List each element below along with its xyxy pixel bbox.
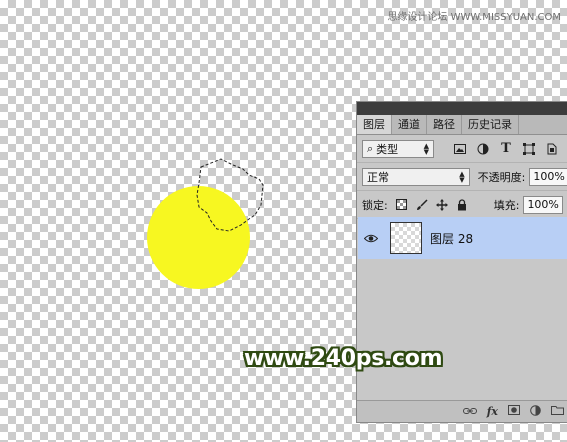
filter-type-select[interactable]: ⌕ 类型 ▲ ▼ — [362, 139, 434, 158]
fill-label: 填充: — [493, 198, 520, 212]
tab-channels[interactable]: 通道 — [392, 115, 427, 134]
watermark-main: www.240ps.com — [244, 346, 443, 371]
watermark-top: 思缘设计论坛 WWW.MISSYUAN.COM — [387, 12, 561, 23]
lock-transparent-pixels-icon[interactable] — [394, 197, 410, 213]
type-filter-icon[interactable]: T — [498, 141, 514, 157]
blend-mode-select[interactable]: 正常 ▲ ▼ — [362, 167, 470, 186]
panel-title-bar[interactable] — [357, 102, 567, 115]
layer-name[interactable]: 图层 28 — [430, 230, 473, 247]
panel-tabs: 图层 通道 路径 历史记录 — [357, 115, 567, 135]
tab-history[interactable]: 历史记录 — [462, 115, 519, 134]
image-filter-icon[interactable] — [452, 141, 468, 157]
layer-row[interactable]: 图层 28 — [358, 217, 567, 259]
smart-object-filter-icon[interactable] — [544, 141, 560, 157]
lock-icon[interactable] — [454, 197, 470, 213]
eye-icon[interactable] — [358, 234, 384, 243]
opacity-label: 不透明度: — [477, 170, 526, 184]
filter-row: ⌕ 类型 ▲ ▼ T — [357, 135, 567, 163]
tab-paths[interactable]: 路径 — [427, 115, 462, 134]
chevron-updown-icon: ▲ ▼ — [423, 141, 429, 156]
blend-mode-value: 正常 — [367, 170, 389, 184]
add-mask-icon[interactable] — [508, 405, 520, 418]
opacity-input[interactable]: 100% — [529, 167, 567, 186]
lock-label: 锁定: — [362, 198, 388, 212]
adjustment-layer-icon[interactable] — [530, 404, 541, 419]
search-icon: ⌕ — [367, 141, 374, 155]
move-icon[interactable] — [434, 197, 450, 213]
link-layers-icon[interactable] — [462, 405, 477, 418]
fill-input[interactable]: 100% — [523, 195, 564, 214]
lock-row: 锁定: 填充: 100% — [357, 191, 567, 219]
blend-row: 正常 ▲ ▼ 不透明度: 100% — [357, 163, 567, 191]
chevron-updown-icon: ▲ ▼ — [459, 169, 465, 184]
brush-icon[interactable] — [414, 197, 430, 213]
layer-thumbnail[interactable] — [390, 222, 422, 254]
selection-marquee — [196, 158, 264, 232]
panel-bottom-bar: fx — [357, 400, 567, 422]
shape-filter-icon[interactable] — [521, 141, 537, 157]
adjustment-filter-icon[interactable] — [475, 141, 491, 157]
tab-layers[interactable]: 图层 — [357, 115, 392, 134]
folder-icon[interactable] — [551, 405, 564, 418]
layers-panel: 图层 通道 路径 历史记录 ⌕ 类型 ▲ ▼ T 正常 ▲ ▼ 不透明度: 100% — [356, 101, 567, 423]
fx-icon[interactable]: fx — [487, 405, 498, 418]
filter-type-label: 类型 — [376, 142, 399, 156]
